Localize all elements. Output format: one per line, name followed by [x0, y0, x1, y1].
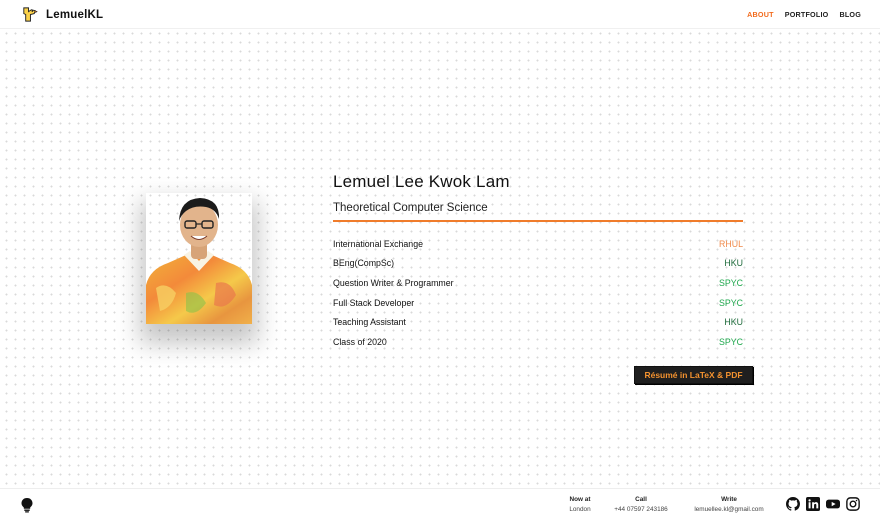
role-label: Full Stack Developer [333, 297, 415, 308]
contact-phone: Call +44 07597 243186 [608, 495, 674, 515]
resume-button[interactable]: Résumé in LaTeX & PDF [634, 366, 753, 384]
site-footer: Now at London Call +44 07597 243186 Writ… [0, 488, 880, 518]
role-label: Question Writer & Programmer [333, 277, 454, 288]
brand[interactable]: LemuelKL [20, 5, 103, 24]
nav-blog[interactable]: BLOG [839, 10, 861, 19]
org-label: SPYC [719, 297, 743, 308]
list-item: Class of 2020 SPYC [333, 332, 743, 352]
main-nav: ABOUT PORTFOLIO BLOG [747, 10, 861, 19]
role-label: BEng(CompSc) [333, 258, 395, 269]
org-label: SPYC [719, 277, 743, 288]
location-label: Now at [569, 496, 591, 503]
profile-info: Lemuel Lee Kwok Lam Theoretical Computer… [333, 172, 743, 347]
profile-subtitle: Theoretical Computer Science [333, 202, 488, 214]
contact-location: Now at London [563, 495, 597, 515]
profile-photo-image [146, 198, 252, 324]
site-header: LemuelKL ABOUT PORTFOLIO BLOG [0, 0, 880, 29]
phone-value[interactable]: +44 07597 243186 [608, 505, 674, 515]
list-item: BEng(CompSc) HKU [333, 254, 743, 274]
youtube-icon[interactable] [826, 497, 840, 511]
github-icon[interactable] [786, 497, 801, 511]
role-label: International Exchange [333, 238, 423, 249]
email-label: Write [721, 496, 737, 503]
contact-email: Write lemuellee.kl@gmail.com [686, 495, 772, 515]
instagram-icon[interactable] [846, 497, 860, 511]
nav-portfolio[interactable]: PORTFOLIO [785, 10, 829, 19]
linkedin-icon[interactable] [806, 497, 820, 511]
org-label: HKU [724, 258, 743, 269]
role-label: Class of 2020 [333, 336, 387, 347]
location-value: London [569, 506, 591, 513]
nav-about[interactable]: ABOUT [747, 10, 774, 19]
brand-name: LemuelKL [46, 8, 104, 21]
social-links [786, 497, 860, 511]
profile-name: Lemuel Lee Kwok Lam [333, 172, 510, 191]
email-value[interactable]: lemuellee.kl@gmail.com [686, 505, 772, 515]
profile-photo [146, 193, 252, 324]
org-label: HKU [724, 317, 743, 328]
bird-logo-icon [23, 7, 38, 22]
org-label: RHUL [719, 238, 743, 249]
list-item: International Exchange RHUL [333, 234, 743, 254]
list-item: Full Stack Developer SPYC [333, 293, 743, 313]
phone-label: Call [635, 496, 647, 503]
role-label: Teaching Assistant [333, 317, 406, 328]
lightbulb-icon[interactable] [20, 497, 34, 513]
org-label: SPYC [719, 336, 743, 347]
orange-divider [333, 220, 743, 222]
list-item: Teaching Assistant HKU [333, 312, 743, 332]
experience-list: International Exchange RHUL BEng(CompSc)… [333, 234, 743, 352]
list-item: Question Writer & Programmer SPYC [333, 273, 743, 293]
